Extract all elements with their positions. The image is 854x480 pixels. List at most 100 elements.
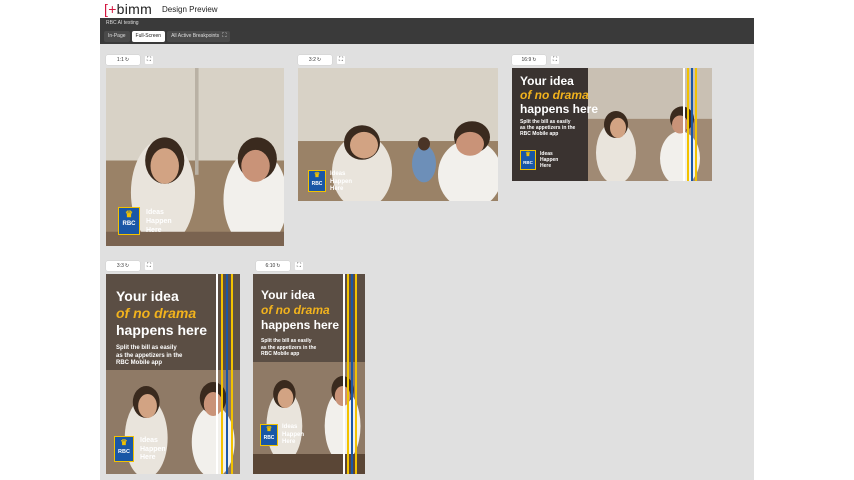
headline-line: happens here [116,322,208,338]
ad-headline: Your idea of no drama happens here [520,74,598,116]
stripe [355,274,357,474]
rbc-logo-text: RBC [311,181,323,187]
lion-icon: ♛ [120,438,128,447]
ratio-label: 3:3 [116,262,124,269]
stripe [343,274,345,474]
ad-headline: Your idea of no drama happens here [261,288,339,333]
tagline-line: Here [146,227,162,234]
preview-toolbar: RBC AI testing In-Page Full-Screen All A… [100,18,754,44]
subcopy-line: Split the bill as easily [261,338,312,344]
stripe [216,274,218,474]
brand-stripes [216,274,236,474]
ratio-label: 16:9 [521,56,532,63]
headline-line: of no drama [261,303,330,317]
rbc-logo-text: RBC [523,160,533,165]
view-tabs: In-Page Full-Screen All Active Breakpoin… [104,31,231,43]
rbc-logo: ♛ RBC [520,150,536,170]
ratio-label: 6:10 [265,262,276,269]
refresh-icon: ↻ [124,262,130,269]
stripe [226,274,228,474]
app-title: Design Preview [162,5,218,14]
ratio-label: 3:2 [308,56,316,63]
stripe [231,274,233,474]
tagline-line: Happen [330,178,353,185]
ratio-16-9-button[interactable]: 16:9↻ [512,54,546,65]
stripe [347,274,349,474]
refresh-icon: ↻ [124,56,130,63]
stripe [695,68,697,181]
ratio-control-3-3: 3:3↻ ⛶ [106,260,153,271]
tagline-line: Here [282,439,296,445]
ratio-1-1-button[interactable]: 1:1↻ [106,54,140,65]
bimm-logo[interactable]: [+bimm [104,1,152,17]
ratio-control-16-9: 16:9↻ ⛶ [512,54,559,65]
ad-preview-3-3[interactable]: Your idea of no drama happens here Split… [106,274,240,474]
ad-photo [298,68,498,201]
tagline-line: Ideas [146,209,164,216]
tab-in-page[interactable]: In-Page [104,31,130,42]
headline-line: happens here [520,102,599,116]
stripe [683,68,685,181]
ad-preview-3-2[interactable]: ♛ RBC Ideas Happen Here [298,68,498,201]
expand-icon[interactable]: ⛶ [295,261,303,270]
stripe [687,68,689,181]
tagline: Ideas Happen Here [140,437,166,463]
expand-icon[interactable]: ⛶ [337,55,345,64]
tagline-line: Happen [146,218,172,225]
headline-line: Your idea [116,288,179,304]
expand-icon[interactable]: ⛶ [551,55,559,64]
tab-all-active-breakpoints[interactable]: All Active Breakpoints ⛶ [167,31,231,42]
headline-line: Your idea [520,74,574,88]
tab-label: All Active Breakpoints [171,33,220,39]
subcopy-line: RBC Mobile app [520,131,559,137]
project-title: RBC AI testing [106,20,139,26]
ratio-control-1-1: 1:1↻ ⛶ [106,54,153,65]
tagline-line: Ideas [330,171,346,177]
tagline-line: Here [140,454,156,461]
ad-headline: Your idea of no drama happens here [116,288,207,339]
rbc-logo-text: RBC [263,435,275,441]
ratio-control-3-2: 3:2↻ ⛶ [298,54,345,65]
ratio-3-3-button[interactable]: 3:3↻ [106,260,140,271]
rbc-logo-text: RBC [118,449,130,455]
ad-subcopy: Split the bill as easily as the appetize… [520,119,575,137]
headline-line: of no drama [520,88,589,102]
rbc-logo: ♛ RBC [118,207,140,235]
tagline: Ideas Happen Here [146,208,172,235]
refresh-icon: ↻ [532,56,537,63]
tagline-line: Here [540,163,552,170]
lion-icon: ♛ [525,152,531,158]
tagline: Ideas Happen Here [330,171,352,194]
lion-icon: ♛ [265,426,273,433]
tagline-line: Ideas [140,437,158,444]
refresh-icon: ↻ [276,262,281,269]
ad-subcopy: Split the bill as easily as the appetize… [261,338,316,358]
rbc-logo: ♛ RBC [308,170,326,192]
ad-preview-16-9[interactable]: Your idea of no drama happens here Split… [512,68,712,181]
rbc-logo: ♛ RBC [260,424,278,446]
tagline: Ideas Happen Here [282,424,304,447]
ratio-3-2-button[interactable]: 3:2↻ [298,54,332,65]
brand-stripes [343,274,361,474]
subcopy-line: Split the bill as easily [116,345,177,351]
expand-icon[interactable]: ⛶ [145,55,153,64]
tab-full-screen[interactable]: Full-Screen [131,31,166,42]
brand-stripes [683,68,703,181]
expand-icon[interactable]: ⛶ [145,261,153,270]
subcopy-line: as the appetizers in the [116,352,183,359]
stripe [221,274,223,474]
expand-icon: ⛶ [222,33,227,39]
ad-preview-6-10[interactable]: Your idea of no drama happens here Split… [253,274,365,474]
headline-line: happens here [261,318,340,332]
ad-preview-1-1[interactable]: ♛ RBC Ideas Happen Here [106,68,284,246]
stripe [351,274,353,474]
ratio-label: 1:1 [116,56,124,63]
ad-subcopy: Split the bill as easily as the appetize… [116,345,182,368]
stripe [691,68,693,181]
ratio-6-10-button[interactable]: 6:10↻ [256,260,290,271]
app-header: [+bimm Design Preview [0,0,854,18]
preview-canvas: RBC AI testing In-Page Full-Screen All A… [100,18,754,480]
headline-line: of no drama [116,305,197,321]
refresh-icon: ↻ [316,56,322,63]
tagline-line: Here [330,186,344,192]
